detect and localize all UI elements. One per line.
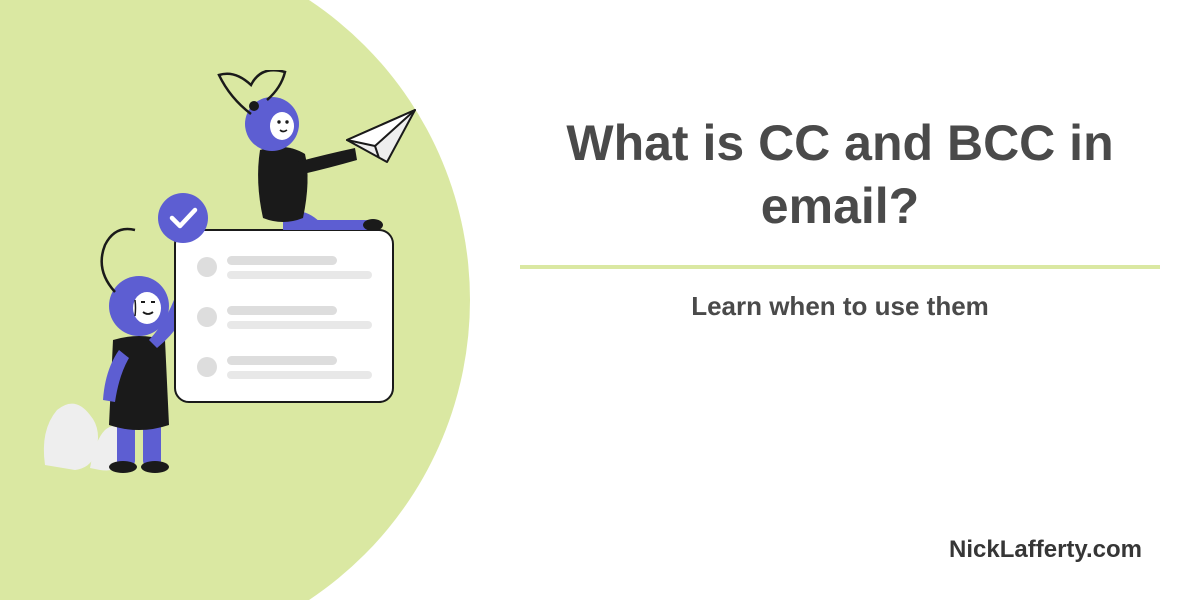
- character-sitting: [219, 70, 383, 231]
- illustration-svg: [35, 70, 455, 480]
- paper-plane-icon: [347, 110, 415, 162]
- list-card: [175, 230, 393, 402]
- accent-divider: [520, 265, 1160, 269]
- text-content: What is CC and BCC in email? Learn when …: [520, 112, 1160, 322]
- checkmark-icon: [158, 193, 208, 243]
- page-subtitle: Learn when to use them: [520, 291, 1160, 322]
- page-title: What is CC and BCC in email?: [520, 112, 1160, 237]
- attribution-text: NickLafferty.com: [949, 536, 1142, 564]
